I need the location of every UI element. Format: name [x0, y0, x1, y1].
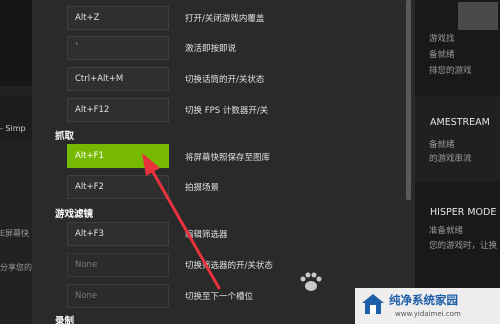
watermark-title: 纯净系统家园 — [389, 293, 458, 307]
site-watermark: 纯净系统家园 www.yidaimei.com — [355, 288, 500, 324]
paw-watermark-icon — [300, 272, 322, 291]
watermark-url: www.yidaimei.com — [395, 310, 461, 318]
annotation-arrow — [142, 153, 221, 290]
house-logo-icon — [362, 294, 384, 314]
